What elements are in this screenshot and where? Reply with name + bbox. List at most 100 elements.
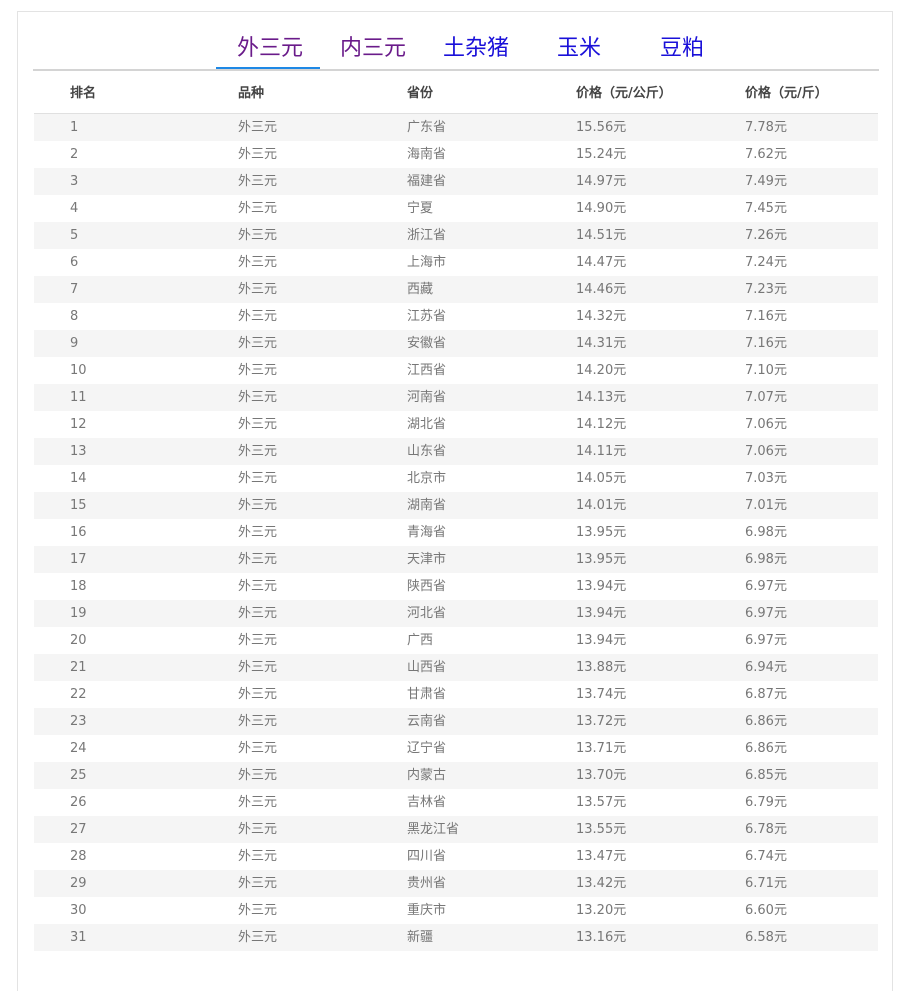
price-kg-cell: 13.94元: [576, 633, 627, 648]
price-kg-cell: 15.24元: [576, 147, 627, 162]
price-jin-cell: 6.71元: [745, 876, 787, 891]
price-kg-cell: 14.46元: [576, 282, 627, 297]
breed-cell: 外三元: [238, 363, 278, 378]
price-jin-cell: 7.23元: [745, 282, 787, 297]
rank-cell: 16: [70, 525, 87, 540]
price-jin-cell: 7.49元: [745, 174, 787, 189]
price-kg-cell: 13.74元: [576, 687, 627, 702]
tab-soybean-meal[interactable]: 豆粕: [660, 34, 704, 64]
rank-cell: 21: [70, 660, 87, 675]
rank-cell: 23: [70, 714, 87, 729]
rank-cell: 2: [70, 147, 79, 162]
price-jin-cell: 7.16元: [745, 336, 787, 351]
rank-cell: 5: [70, 228, 79, 243]
table-row: 26 外三元 吉林省 13.57元 6.79元: [34, 789, 878, 816]
province-cell: 江苏省: [407, 309, 447, 324]
breed-cell: 外三元: [238, 849, 278, 864]
price-jin-cell: 7.16元: [745, 309, 787, 324]
table-row: 8 外三元 江苏省 14.32元 7.16元: [34, 303, 878, 330]
price-jin-cell: 6.78元: [745, 822, 787, 837]
breed-cell: 外三元: [238, 714, 278, 729]
price-kg-cell: 14.11元: [576, 444, 627, 459]
province-cell: 安徽省: [407, 336, 447, 351]
table-row: 30 外三元 重庆市 13.20元 6.60元: [34, 897, 878, 924]
rank-cell: 14: [70, 471, 87, 486]
table-row: 1 外三元 广东省 15.56元 7.78元: [34, 114, 878, 141]
price-jin-cell: 7.10元: [745, 363, 787, 378]
rank-cell: 20: [70, 633, 87, 648]
price-jin-cell: 6.74元: [745, 849, 787, 864]
price-kg-cell: 13.57元: [576, 795, 627, 810]
province-cell: 陕西省: [407, 579, 447, 594]
breed-cell: 外三元: [238, 525, 278, 540]
province-cell: 新疆: [407, 930, 434, 945]
province-cell: 湖南省: [407, 498, 447, 513]
price-kg-cell: 14.12元: [576, 417, 627, 432]
province-cell: 山东省: [407, 444, 447, 459]
price-kg-cell: 14.51元: [576, 228, 627, 243]
price-table: 排名 品种 省份 价格（元/公斤） 价格（元/斤） 1 外三元 广东省 15.56元 7…: [34, 76, 878, 951]
rank-cell: 7: [70, 282, 79, 297]
table-row: 10 外三元 江西省 14.20元 7.10元: [34, 357, 878, 384]
rank-cell: 27: [70, 822, 87, 837]
tab-waisanyuan[interactable]: 外三元: [237, 34, 303, 64]
table-row: 21 外三元 山西省 13.88元 6.94元: [34, 654, 878, 681]
table-row: 6 外三元 上海市 14.47元 7.24元: [34, 249, 878, 276]
breed-cell: 外三元: [238, 579, 278, 594]
breed-cell: 外三元: [238, 903, 278, 918]
table-row: 23 外三元 云南省 13.72元 6.86元: [34, 708, 878, 735]
province-cell: 海南省: [407, 147, 447, 162]
province-cell: 广西: [407, 633, 434, 648]
price-jin-cell: 6.97元: [745, 633, 787, 648]
table-row: 13 外三元 山东省 14.11元 7.06元: [34, 438, 878, 465]
price-kg-cell: 13.88元: [576, 660, 627, 675]
province-cell: 云南省: [407, 714, 447, 729]
table-row: 11 外三元 河南省 14.13元 7.07元: [34, 384, 878, 411]
price-jin-cell: 7.62元: [745, 147, 787, 162]
table-row: 5 外三元 浙江省 14.51元 7.26元: [34, 222, 878, 249]
price-kg-cell: 14.20元: [576, 363, 627, 378]
rank-cell: 9: [70, 336, 79, 351]
province-cell: 辽宁省: [407, 741, 447, 756]
price-panel: 外三元 内三元 土杂猪 玉米 豆粕 排名 品种 省份 价格（元/公斤） 价格（元…: [17, 11, 893, 991]
breed-cell: 外三元: [238, 120, 278, 135]
price-kg-cell: 13.94元: [576, 579, 627, 594]
breed-cell: 外三元: [238, 174, 278, 189]
price-kg-cell: 13.95元: [576, 552, 627, 567]
tab-tuzazhu[interactable]: 土杂猪: [443, 34, 509, 64]
price-kg-cell: 14.05元: [576, 471, 627, 486]
price-kg-cell: 14.97元: [576, 174, 627, 189]
province-cell: 青海省: [407, 525, 447, 540]
breed-cell: 外三元: [238, 444, 278, 459]
breed-cell: 外三元: [238, 309, 278, 324]
table-row: 9 外三元 安徽省 14.31元 7.16元: [34, 330, 878, 357]
price-jin-cell: 6.60元: [745, 903, 787, 918]
breed-cell: 外三元: [238, 201, 278, 216]
price-kg-cell: 13.20元: [576, 903, 627, 918]
price-jin-cell: 7.01元: [745, 498, 787, 513]
tab-neisanyuan[interactable]: 内三元: [340, 34, 406, 64]
table-row: 7 外三元 西藏 14.46元 7.23元: [34, 276, 878, 303]
category-tabs: 外三元 内三元 土杂猪 玉米 豆粕: [18, 12, 892, 70]
breed-cell: 外三元: [238, 660, 278, 675]
rank-cell: 1: [70, 120, 79, 135]
rank-cell: 8: [70, 309, 79, 324]
table-row: 3 外三元 福建省 14.97元 7.49元: [34, 168, 878, 195]
header-breed: 品种: [238, 86, 265, 101]
header-price-kg: 价格（元/公斤）: [576, 86, 672, 101]
price-jin-cell: 7.06元: [745, 444, 787, 459]
province-cell: 湖北省: [407, 417, 447, 432]
price-kg-cell: 13.70元: [576, 768, 627, 783]
tab-corn[interactable]: 玉米: [557, 34, 601, 64]
province-cell: 黑龙江省: [407, 822, 460, 837]
province-cell: 广东省: [407, 120, 447, 135]
breed-cell: 外三元: [238, 795, 278, 810]
rank-cell: 15: [70, 498, 87, 513]
breed-cell: 外三元: [238, 552, 278, 567]
table-row: 12 外三元 湖北省 14.12元 7.06元: [34, 411, 878, 438]
rank-cell: 30: [70, 903, 87, 918]
header-price-jin: 价格（元/斤）: [745, 86, 828, 101]
price-kg-cell: 14.01元: [576, 498, 627, 513]
province-cell: 内蒙古: [407, 768, 447, 783]
price-kg-cell: 13.55元: [576, 822, 627, 837]
